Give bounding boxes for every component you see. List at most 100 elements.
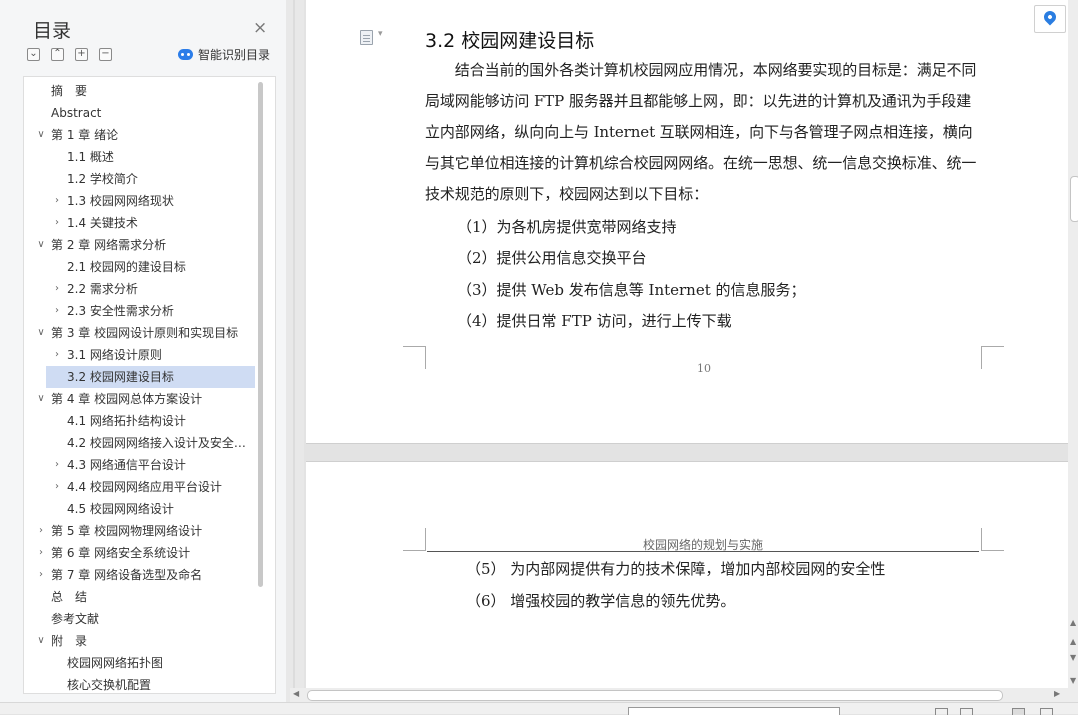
toc-title: 目录 [33,20,72,42]
toc-item-label: 4.3 网络通信平台设计 [67,458,186,472]
chevron-right-icon[interactable]: › [51,344,63,366]
toc-item[interactable]: 参考文献 [24,608,255,630]
chevron-down-icon[interactable]: ∨ [35,388,47,410]
page-number: 10 [697,362,711,375]
toc-item-label: 摘 要 [51,84,88,98]
map-pin-icon [1041,8,1059,26]
toc-item[interactable]: ∨ 第 1 章 绪论 [24,124,255,146]
chevron-right-icon[interactable]: › [35,564,47,586]
document-area: 3.2 校园网建设目标 结合当前的国外各类计算机校园网应用情况，本网络要实现的目… [304,0,1068,688]
view-mode-icon[interactable] [935,708,948,715]
toc-item[interactable]: › 2.3 安全性需求分析 [24,300,255,322]
scroll-up-icon[interactable]: ▲ [1070,618,1076,627]
toc-item[interactable]: 总 结 [24,586,255,608]
toc-list: 摘 要 Abstract ∨ 第 1 章 绪论 1.1 概述 1.2 学校简介 › 1.3 校… [24,80,255,693]
chevron-right-icon[interactable]: › [35,520,47,542]
toc-item[interactable]: 3.2 校园网建设目标 [46,366,255,388]
chevron-right-icon[interactable]: › [51,300,63,322]
toc-item[interactable]: › 1.4 关键技术 [24,212,255,234]
panel-splitter[interactable] [286,0,304,702]
chevron-down-icon[interactable]: ∨ [35,234,47,256]
vertical-scrollbar[interactable] [1068,0,1078,702]
page-up-icon[interactable]: ▲ [1070,637,1076,646]
toc-item[interactable]: › 第 5 章 校园网物理网络设计 [24,520,255,542]
crop-mark [403,528,426,551]
header-rule [427,551,979,552]
chevron-right-icon[interactable]: › [51,454,63,476]
toc-item[interactable]: 1.1 概述 [24,146,255,168]
toc-item[interactable]: › 1.3 校园网网络现状 [24,190,255,212]
collapse-all-icon[interactable]: ⌃ [51,48,64,61]
toc-item-label: Abstract [51,106,102,120]
toc-item[interactable]: 校园网网络拓扑图 [24,652,255,674]
chevron-down-icon[interactable]: ∨ [35,124,47,146]
toc-scrollbar[interactable] [258,82,263,587]
crop-mark [981,528,1004,551]
smart-toc-label: 智能识别目录 [198,48,271,62]
remove-heading-icon[interactable]: − [99,48,112,61]
reading-mode-icon[interactable] [960,708,973,715]
chevron-down-icon[interactable]: ∨ [35,630,47,652]
toc-item[interactable]: › 2.2 需求分析 [24,278,255,300]
toc-item[interactable]: 4.5 校园网网络设计 [24,498,255,520]
page-down-icon[interactable]: ▼ [1070,653,1076,662]
toc-list-box: 摘 要 Abstract ∨ 第 1 章 绪论 1.1 概述 1.2 学校简介 › 1.3 校… [23,76,276,694]
toc-item[interactable]: Abstract [24,102,255,124]
chevron-right-icon[interactable]: › [51,278,63,300]
add-heading-icon[interactable]: + [75,48,88,61]
toc-item-label: 参考文献 [51,612,100,626]
chevron-right-icon[interactable]: › [51,476,63,498]
toc-item-label: 2.3 安全性需求分析 [67,304,174,318]
toc-item[interactable]: ∨ 第 3 章 校园网设计原则和实现目标 [24,322,255,344]
toc-item-label: 2.2 需求分析 [67,282,138,296]
toc-item[interactable]: › 第 6 章 网络安全系统设计 [24,542,255,564]
scroll-down-icon[interactable]: ▼ [1070,676,1076,685]
toc-item-label: 1.1 概述 [67,150,114,164]
toc-item-label: 2.1 校园网的建设目标 [67,260,186,274]
toc-item[interactable]: ∨ 附 录 [24,630,255,652]
chevron-right-icon[interactable]: › [51,190,63,212]
scroll-left-icon[interactable]: ◀ [293,689,299,698]
toc-item[interactable]: 4.1 网络拓扑结构设计 [24,410,255,432]
status-field[interactable] [628,707,840,715]
document-icon[interactable] [360,29,383,45]
section-heading: 3.2 校园网建设目标 [425,30,595,52]
page-view-icon[interactable] [1012,708,1025,715]
toc-item-label: 附 录 [51,634,88,648]
toc-item-label: 第 3 章 校园网设计原则和实现目标 [51,326,239,340]
toc-item-label: 1.2 学校简介 [67,172,138,186]
scroll-right-icon[interactable]: ▶ [1054,689,1060,698]
toc-panel: 目录 × ⌄ ⌃ + − 智能识别目录 摘 要 Abstract ∨ 第 1 章 绪论… [0,0,287,702]
smart-toc-button[interactable]: 智能识别目录 [178,46,270,63]
chevron-right-icon[interactable]: › [35,542,47,564]
toc-item-label: 校园网网络拓扑图 [67,656,164,670]
toc-item-label: 第 1 章 绪论 [51,128,119,142]
toc-item[interactable]: 摘 要 [24,80,255,102]
chevron-down-icon[interactable]: ∨ [35,322,47,344]
chevron-right-icon[interactable]: › [51,212,63,234]
toc-item-label: 核心交换机配置 [67,678,152,692]
list-item: （4）提供日常 FTP 访问，进行上传下载 [457,312,732,330]
toc-item-label: 第 2 章 网络需求分析 [51,238,167,252]
vertical-scroll-thumb[interactable] [1070,176,1078,222]
crop-mark [403,346,426,369]
toc-item[interactable]: ∨ 第 2 章 网络需求分析 [24,234,255,256]
location-button[interactable] [1034,5,1066,33]
horizontal-scroll-thumb[interactable] [307,690,1003,701]
toc-item[interactable]: › 第 7 章 网络设备选型及命名 [24,564,255,586]
toc-item[interactable]: › 4.3 网络通信平台设计 [24,454,255,476]
toc-item[interactable]: ∨ 第 4 章 校园网总体方案设计 [24,388,255,410]
toc-item[interactable]: 1.2 学校简介 [24,168,255,190]
web-view-icon[interactable] [1040,708,1053,715]
close-icon[interactable]: × [253,18,267,38]
toc-item[interactable]: 2.1 校园网的建设目标 [24,256,255,278]
toc-item-label: 第 7 章 网络设备选型及命名 [51,568,203,582]
toc-item[interactable]: › 4.4 校园网网络应用平台设计 [24,476,255,498]
toc-item[interactable]: 4.2 校园网网络接入设计及安全设计 [24,432,255,454]
toc-item-label: 第 4 章 校园网总体方案设计 [51,392,203,406]
toc-item[interactable]: 核心交换机配置 [24,674,255,693]
expand-all-icon[interactable]: ⌄ [27,48,40,61]
horizontal-scrollbar[interactable]: ◀ ▶ [290,688,1068,702]
toc-item[interactable]: › 3.1 网络设计原则 [24,344,255,366]
page-10: 3.2 校园网建设目标 结合当前的国外各类计算机校园网应用情况，本网络要实现的目… [306,0,1068,444]
